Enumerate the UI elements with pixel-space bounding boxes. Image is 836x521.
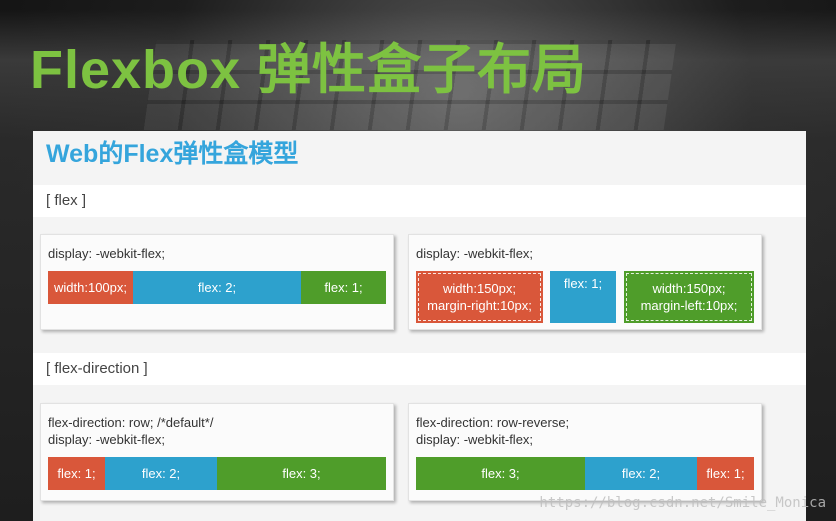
flex-item: flex: 2; (133, 271, 301, 304)
panel-title: Web的Flex弹性盒模型 (46, 140, 299, 168)
section-label-flex: [ flex ] (33, 185, 806, 217)
flex-demo-bar: flex: 1; flex: 2; flex: 3; (48, 457, 386, 490)
flex-demo-bar: flex: 3; flex: 2; flex: 1; (416, 457, 754, 490)
flex-item: flex: 1; (48, 457, 105, 490)
flex-item: flex: 2; (585, 457, 697, 490)
flex-item: width:100px; (48, 271, 133, 304)
section-label-flex-direction: [ flex-direction ] (33, 353, 806, 385)
slide-title: Flexbox 弹性盒子布局 (30, 40, 588, 100)
flex-direction-card-right: flex-direction: row-reverse; display: -w… (408, 403, 762, 501)
flex-direction-card-left: flex-direction: row; /*default*/ display… (40, 403, 394, 501)
flex-item: flex: 1; (697, 457, 754, 490)
code-snippet: flex-direction: row; /*default*/ display… (48, 415, 214, 447)
flex-item: flex: 1; (301, 271, 386, 304)
flex-item: flex: 1; (550, 271, 616, 323)
flex-example-card-right: display: -webkit-flex; width:150px; marg… (408, 234, 762, 330)
flex-item: width:150px; margin-right:10px; (416, 271, 543, 323)
flex-demo-bar: width:150px; margin-right:10px; flex: 1;… (416, 271, 754, 323)
flex-demo-bar: width:100px; flex: 2; flex: 1; (48, 271, 386, 304)
content-panel: Web的Flex弹性盒模型 [ flex ] display: -webkit-… (33, 131, 806, 521)
code-snippet: display: -webkit-flex; (48, 246, 166, 261)
flex-item: width:150px; margin-left:10px; (624, 271, 754, 323)
watermark-url: https://blog.csdn.net/Smile_Monica (539, 495, 826, 511)
flex-example-card-left: display: -webkit-flex; width:100px; flex… (40, 234, 394, 330)
code-snippet: display: -webkit-flex; (416, 246, 534, 261)
flex-item: flex: 2; (105, 457, 217, 490)
flex-item: flex: 3; (416, 457, 585, 490)
code-snippet: flex-direction: row-reverse; display: -w… (416, 415, 570, 447)
flex-item: flex: 3; (217, 457, 386, 490)
